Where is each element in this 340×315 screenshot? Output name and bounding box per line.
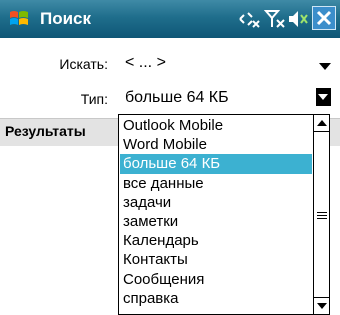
scroll-down-icon[interactable] [314,297,329,314]
app-title: Поиск [40,9,92,28]
grip-line [317,215,327,216]
dropdown-option[interactable]: Сообщения [120,270,312,289]
volume-muted-icon[interactable] [286,7,310,31]
dropdown-option[interactable]: задачи [120,193,312,212]
dropdown-option-selected[interactable]: больше 64 КБ [120,154,312,174]
dropdown-option[interactable]: Контакты [120,250,312,269]
dropdown-option[interactable]: справка [120,289,312,308]
close-button[interactable] [312,6,336,30]
search-select[interactable]: < ... > [125,54,166,72]
close-icon [316,10,332,26]
type-label: Тип: [80,91,108,107]
scroll-thumb[interactable] [314,132,329,297]
type-dropdown-list[interactable]: Outlook Mobile Word Mobile больше 64 КБ … [118,114,330,315]
dropdown-option[interactable]: все данные [120,174,312,193]
windows-start-icon[interactable] [8,8,30,30]
grip-line [317,212,327,213]
title-bar: Поиск [0,0,340,38]
dropdown-option[interactable]: заметки [120,212,312,231]
results-label: Результаты [5,123,86,139]
signal-icon[interactable] [263,7,286,31]
type-select[interactable]: больше 64 КБ [125,89,229,107]
dropdown-option[interactable]: Outlook Mobile [120,116,312,135]
dropdown-option[interactable]: Календарь [120,231,312,250]
search-dropdown-arrow-icon[interactable] [319,63,331,70]
type-dropdown-arrow-icon[interactable] [316,88,331,106]
grip-line [317,218,327,219]
search-label: Искать: [59,56,108,72]
scroll-up-icon[interactable] [314,115,329,132]
dropdown-option[interactable]: Word Mobile [120,135,312,154]
dropdown-scrollbar[interactable] [313,115,329,314]
connectivity-icon[interactable] [236,7,262,31]
